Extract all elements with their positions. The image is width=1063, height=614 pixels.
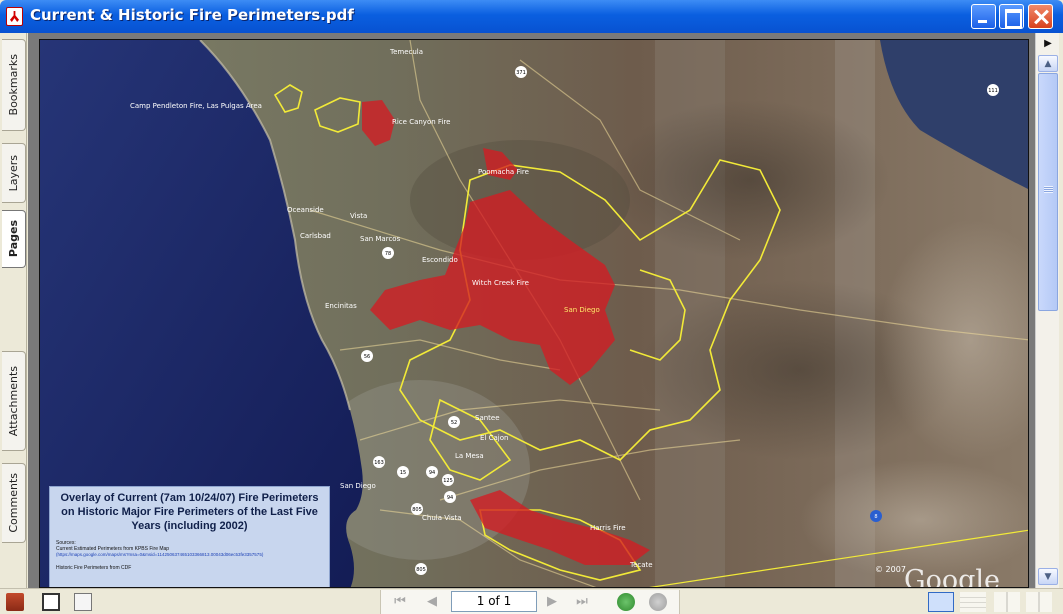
last-page-icon[interactable]: ⏭ — [573, 594, 591, 610]
continuous-facing-view-icon[interactable] — [1026, 592, 1052, 612]
tab-attachments[interactable]: Attachments — [2, 351, 26, 451]
shield-label: 94 — [429, 470, 435, 476]
previous-page-icon[interactable]: ◀ — [423, 594, 441, 610]
pdf-icon — [6, 7, 23, 26]
place-label: Temecula — [389, 48, 423, 56]
tab-pages-label: Pages — [7, 220, 20, 258]
place-label: Santee — [475, 414, 500, 422]
place-label: Witch Creek Fire — [472, 279, 529, 287]
document-icon[interactable] — [74, 593, 92, 611]
page-thumbnail-icon[interactable] — [42, 593, 60, 611]
shield-label: 111 — [988, 88, 998, 94]
shield-label: 78 — [385, 251, 391, 257]
google-watermark: Google — [904, 565, 1000, 588]
first-page-icon[interactable]: ⏮ — [391, 594, 409, 610]
place-label: Chula Vista — [422, 514, 461, 522]
nav-expand-arrow-icon[interactable]: ▶ — [1038, 35, 1058, 52]
options-icon[interactable] — [6, 593, 24, 611]
tab-comments-label: Comments — [7, 473, 20, 533]
acrobat-window: Current & Historic Fire Perimeters.pdf B… — [0, 0, 1063, 614]
shield-label: 56 — [364, 354, 370, 360]
title-bar[interactable]: Current & Historic Fire Perimeters.pdf — [0, 0, 1063, 33]
next-page-icon[interactable]: ▶ — [543, 594, 561, 610]
minimize-button[interactable] — [971, 4, 996, 29]
scroll-up-button[interactable]: ▲ — [1038, 55, 1058, 72]
tab-comments[interactable]: Comments — [2, 463, 26, 543]
status-bar: ⏮ ◀ 1 of 1 ▶ ⏭ — [0, 588, 1063, 614]
place-label: Harris Fire — [590, 524, 626, 532]
place-label: Rice Canyon Fire — [392, 118, 450, 126]
facing-view-icon[interactable] — [994, 592, 1020, 612]
window-title: Current & Historic Fire Perimeters.pdf — [30, 6, 354, 24]
place-label: Vista — [350, 212, 367, 220]
page-number-input[interactable]: 1 of 1 — [451, 591, 537, 612]
place-label: Tecate — [629, 561, 653, 569]
place-label: Poomacha Fire — [478, 168, 529, 176]
page-layout-buttons — [926, 590, 1060, 614]
document-area[interactable]: Temecula Camp Pendleton Fire, Las Pulgas… — [28, 33, 1035, 588]
place-label: Oceanside — [287, 206, 324, 214]
maximize-button[interactable] — [999, 4, 1024, 29]
tab-attachments-label: Attachments — [7, 365, 20, 437]
legend-historic-source: Historic Fire Perimeters from CDF — [56, 565, 132, 571]
shield-label: 94 — [447, 495, 453, 501]
place-label: Escondido — [422, 256, 458, 264]
place-label: San Diego — [340, 482, 376, 490]
place-label: Carlsbad — [300, 232, 331, 240]
place-label: El Cajon — [480, 434, 508, 442]
legend-box: Overlay of Current (7am 10/24/07) Fire P… — [49, 486, 330, 587]
tab-layers-label: Layers — [7, 154, 20, 192]
place-label: Encinitas — [325, 302, 357, 310]
shield-label: 163 — [374, 460, 384, 466]
continuous-view-icon[interactable] — [960, 592, 986, 612]
shield-label: 805 — [416, 567, 426, 573]
map-copyright: © 2007 — [875, 565, 906, 574]
shield-label: 125 — [443, 478, 453, 484]
legend-title: Overlay of Current (7am 10/24/07) Fire P… — [60, 492, 319, 532]
place-label: La Mesa — [455, 452, 484, 460]
go-back-icon[interactable] — [617, 593, 635, 611]
navigation-pane: Bookmarks Layers Pages Attachments Comme… — [0, 33, 27, 588]
place-label: San Marcos — [360, 235, 401, 243]
pdf-page: Temecula Camp Pendleton Fire, Las Pulgas… — [39, 39, 1029, 588]
vertical-scrollbar[interactable]: ▶ ▲ ▼ — [1035, 33, 1059, 588]
tab-bookmarks[interactable]: Bookmarks — [2, 39, 26, 131]
go-forward-icon[interactable] — [649, 593, 667, 611]
tab-pages[interactable]: Pages — [2, 210, 26, 268]
single-page-view-icon[interactable] — [928, 592, 954, 612]
scroll-down-button[interactable]: ▼ — [1038, 568, 1058, 585]
legend-current-url[interactable]: (https://maps.google.com/maps/ms?msa=0&m… — [56, 552, 323, 557]
shield-label: 52 — [451, 420, 457, 426]
shield-label: 371 — [516, 70, 526, 76]
place-label: San Diego — [564, 306, 600, 314]
tab-layers[interactable]: Layers — [2, 143, 26, 203]
scrollbar-thumb[interactable] — [1038, 73, 1058, 311]
place-label: Camp Pendleton Fire, Las Pulgas Area — [130, 102, 262, 110]
tab-bookmarks-label: Bookmarks — [7, 54, 20, 116]
shield-label: 15 — [400, 470, 406, 476]
page-navigation: ⏮ ◀ 1 of 1 ▶ ⏭ — [380, 590, 680, 614]
shield-label: 805 — [412, 507, 422, 513]
shield-label: 8 — [874, 514, 877, 520]
close-button[interactable] — [1028, 4, 1053, 29]
